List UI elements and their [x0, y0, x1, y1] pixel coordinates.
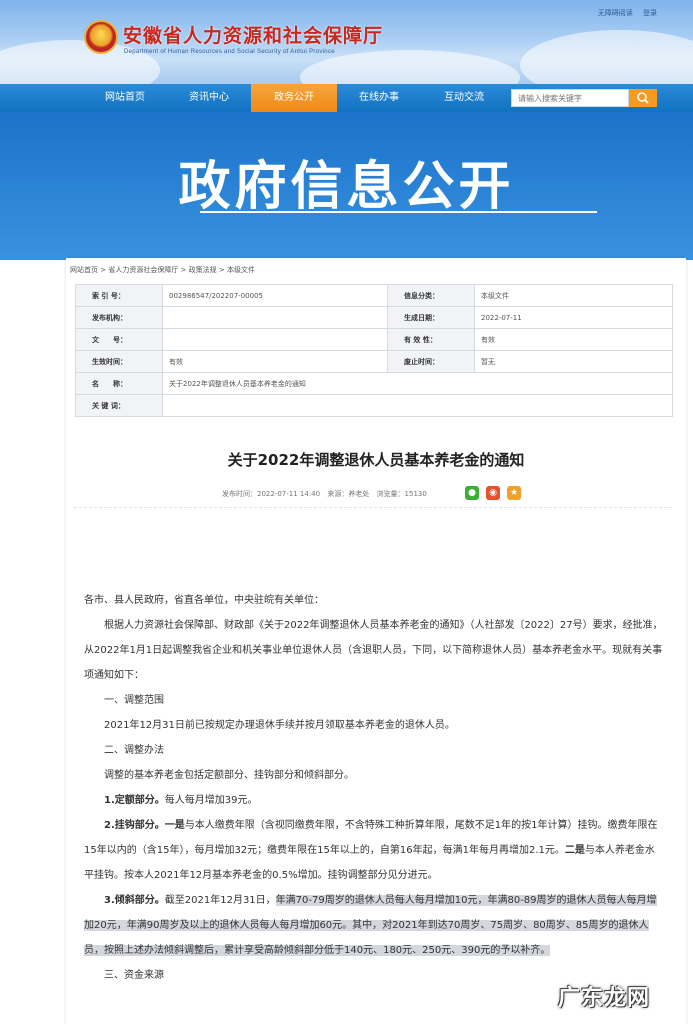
article-info: 发布时间：2022-07-11 14:40 来源：养老处 浏览量：15130	[222, 489, 432, 499]
meta-label: 关 键 词：	[75, 394, 163, 417]
nav-item-news[interactable]: 资讯中心	[166, 84, 252, 112]
body-paragraph: 3.倾斜部分。截至2021年12月31日，年满70-79周岁的退休人员每人每月增…	[84, 888, 664, 963]
meta-label: 生效时间：	[75, 350, 163, 373]
national-emblem-icon	[86, 22, 116, 52]
nav-item-interaction[interactable]: 互动交流	[421, 84, 507, 112]
meta-index-number: 002986547/202207-00005	[162, 284, 388, 307]
site-subtitle: Department of Human Resources and Social…	[124, 49, 335, 55]
article-source: 来源：养老处	[327, 490, 370, 498]
body-paragraph: 2021年12月31日前已按规定办理退休手续并按月领取基本养老金的退休人员。	[104, 720, 455, 731]
banner-cloud	[300, 50, 520, 84]
bold-lead: 3.倾斜部分。	[104, 895, 165, 906]
search-button[interactable]	[629, 89, 657, 107]
section-heading: 二、调整办法	[104, 745, 164, 756]
search-icon	[637, 92, 649, 104]
login-link[interactable]: 登录	[643, 9, 657, 17]
wechat-share-icon[interactable]: ●	[465, 486, 479, 500]
article-title: 关于2022年调整退休人员基本养老金的通知	[227, 451, 525, 469]
favorite-star-icon[interactable]: ★	[507, 486, 521, 500]
accessibility-link[interactable]: 无障碍阅读	[598, 9, 633, 17]
body-paragraph: 调整的基本养老金包括定额部分、挂钩部分和倾斜部分。	[104, 770, 354, 781]
meta-date: 2022-07-11	[474, 306, 673, 329]
body-paragraph: 2.挂钩部分。一是与本人缴费年限（含视同缴费年限，不含特殊工种折算年限，尾数不足…	[84, 813, 664, 888]
meta-issuer	[162, 306, 388, 329]
breadcrumb[interactable]: 网站首页 > 省人力资源社会保障厅 > 政策法规 > 本级文件	[70, 265, 255, 275]
paragraph-text: 截至2021年12月31日，	[164, 895, 276, 906]
meta-label: 发布机构：	[75, 306, 163, 329]
search-input[interactable]	[511, 89, 629, 107]
meta-label: 生成日期：	[387, 306, 475, 329]
body-paragraph: 根据人力资源社会保障部、财政部《关于2022年调整退休人员基本养老金的通知》（人…	[84, 620, 663, 681]
hero-underline	[200, 211, 597, 213]
nav-item-online-service[interactable]: 在线办事	[336, 84, 422, 112]
meta-label: 有 效 性：	[387, 328, 475, 351]
nav-item-gov-affairs[interactable]: 政务公开	[251, 84, 337, 112]
watermark-logo: 广东龙网	[558, 986, 651, 1011]
bold-lead: 二是	[564, 845, 585, 856]
body-paragraph: 1.定额部分。每人每月增加39元。	[84, 788, 664, 813]
meta-label: 索 引 号：	[75, 284, 163, 307]
weibo-share-icon[interactable]: ◉	[486, 486, 500, 500]
meta-label: 信息分类：	[387, 284, 475, 307]
hero-title: 政府信息公开	[178, 157, 515, 217]
title-divider	[74, 507, 672, 508]
section-heading: 一、调整范围	[104, 695, 164, 706]
meta-doc-number	[162, 328, 388, 351]
hero-banner: 政府信息公开	[0, 112, 693, 260]
site-title[interactable]: 安徽省人力资源和社会保障厅	[123, 21, 383, 48]
top-links: 无障碍阅读 登录	[590, 8, 657, 18]
banner-cloud	[520, 30, 693, 84]
nav-item-home[interactable]: 网站首页	[82, 84, 168, 112]
salutation: 各市、县人民政府，省直各单位，中央驻皖有关单位：	[84, 595, 324, 606]
meta-label: 文 号：	[75, 328, 163, 351]
view-count: 浏览量：15130	[376, 490, 427, 498]
bold-lead: 2.挂钩部分。一是	[104, 820, 185, 831]
meta-expire: 暂无	[474, 350, 673, 373]
meta-category: 本级文件	[474, 284, 673, 307]
meta-keywords	[162, 394, 673, 417]
meta-name: 关于2022年调整退休人员基本养老金的通知	[162, 372, 673, 395]
header-banner: 安徽省人力资源和社会保障厅 Department of Human Resour…	[0, 0, 693, 84]
meta-label: 废止时间：	[387, 350, 475, 373]
bold-lead: 1.定额部分。	[104, 795, 165, 806]
paragraph-text: 每人每月增加39元。	[164, 795, 258, 806]
publish-time: 发布时间：2022-07-11 14:40	[222, 490, 321, 498]
meta-validity: 有效	[474, 328, 673, 351]
meta-label: 名 称：	[75, 372, 163, 395]
article-body: 各市、县人民政府，省直各单位，中央驻皖有关单位： 根据人力资源社会保障部、财政部…	[84, 588, 664, 988]
info-meta-table: 索 引 号： 002986547/202207-00005 信息分类： 本级文件…	[75, 284, 673, 417]
meta-effective: 有效	[162, 350, 388, 373]
